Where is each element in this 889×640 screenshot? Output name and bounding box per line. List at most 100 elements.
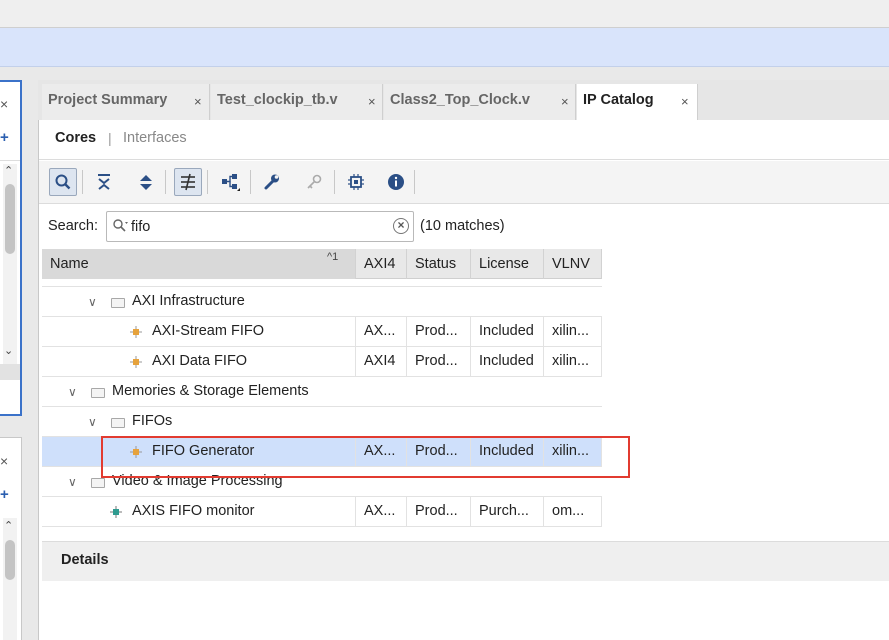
toolbar-separator — [250, 170, 251, 194]
tab-project-summary[interactable]: Project Summary × — [42, 84, 210, 120]
filter-button[interactable] — [174, 168, 202, 196]
scrollbar-thumb[interactable] — [5, 540, 15, 580]
search-toggle-button[interactable] — [49, 168, 77, 196]
scrollbar-thumb[interactable] — [5, 184, 15, 254]
annotation-highlight-box — [101, 436, 630, 478]
close-icon[interactable]: × — [681, 94, 689, 109]
tab-label: Project Summary — [48, 92, 168, 108]
toolbar-separator — [82, 170, 83, 194]
close-icon[interactable]: × — [0, 97, 12, 111]
expand-all-button[interactable] — [132, 168, 160, 196]
info-button[interactable] — [382, 168, 410, 196]
scrollbar-corner — [0, 364, 20, 380]
cell-license: Purch... — [471, 497, 544, 527]
hierarchy-button[interactable] — [216, 168, 244, 196]
tab-label: Class2_Top_Clock.v — [390, 92, 530, 108]
column-label: AXI4 — [364, 256, 396, 272]
cell-name: AXI Data FIFO — [42, 347, 356, 377]
flow-banner — [0, 28, 889, 67]
table-row[interactable]: AXI-Stream FIFO AX... Prod... Included x… — [42, 317, 602, 347]
chevron-down-icon[interactable]: ∨ — [88, 415, 97, 429]
cell-vlnv: om... — [544, 497, 602, 527]
column-label: Name — [50, 256, 89, 272]
toolbar-separator — [414, 170, 415, 194]
toolbar-separator — [165, 170, 166, 194]
title-strip — [0, 0, 889, 28]
cell-status: Prod... — [407, 497, 471, 527]
cell-license: Included — [471, 347, 544, 377]
collapse-all-icon — [98, 174, 110, 190]
cell-name: AXI-Stream FIFO — [42, 317, 356, 347]
search-input[interactable] — [131, 216, 381, 238]
folder-icon — [91, 388, 105, 398]
add-icon[interactable]: + — [0, 130, 9, 145]
cell-axi4: AX... — [356, 317, 407, 347]
cell-status: Prod... — [407, 347, 471, 377]
details-title: Details — [61, 552, 109, 568]
wrench-icon — [264, 174, 279, 190]
folder-icon — [111, 298, 125, 308]
info-icon — [388, 174, 404, 190]
tab-test-clockip-tb[interactable]: Test_clockip_tb.v × — [211, 84, 383, 120]
tree-label: FIFOs — [132, 413, 173, 429]
add-icon[interactable]: + — [0, 487, 9, 502]
chevron-down-icon[interactable]: ∨ — [88, 295, 97, 309]
table-row-partial — [42, 279, 602, 287]
close-icon[interactable]: × — [368, 94, 376, 109]
chip-icon — [348, 174, 364, 190]
details-section-header — [42, 541, 889, 581]
expand-all-icon — [140, 175, 152, 190]
close-icon[interactable]: × — [561, 94, 569, 109]
tab-label: IP Catalog — [583, 92, 654, 108]
device-button[interactable] — [342, 168, 370, 196]
table-row[interactable]: ∨ FIFOs — [42, 407, 602, 437]
catalog-toolbar — [39, 161, 889, 204]
clear-search-icon[interactable]: × — [393, 218, 409, 234]
column-header-license[interactable]: License — [471, 249, 544, 279]
match-count: (10 matches) — [420, 218, 505, 234]
tab-ip-catalog[interactable]: IP Catalog × — [577, 84, 698, 120]
scroll-up-icon[interactable]: ⌃ — [4, 164, 13, 177]
cell-axi4: AXI4 — [356, 347, 407, 377]
license-button[interactable] — [300, 168, 328, 196]
folder-icon — [111, 418, 125, 428]
subtab-cores[interactable]: Cores — [55, 130, 96, 146]
filter-icon — [181, 173, 195, 191]
search-icon — [112, 218, 128, 237]
column-header-axi4[interactable]: AXI4 — [356, 249, 407, 279]
toolbar-separator — [207, 170, 208, 194]
tab-label: Test_clockip_tb.v — [217, 92, 338, 108]
table-row[interactable]: AXIS FIFO monitor AX... Prod... Purch...… — [42, 497, 602, 527]
column-label: License — [479, 256, 529, 272]
subtab-interfaces[interactable]: Interfaces — [123, 130, 187, 146]
column-label: VLNV — [552, 256, 590, 272]
third-party-ip-icon — [110, 506, 122, 518]
divider — [0, 160, 20, 161]
table-row[interactable]: ∨ AXI Infrastructure — [42, 287, 602, 317]
collapse-all-button[interactable] — [90, 168, 118, 196]
tree-label: Memories & Storage Elements — [112, 383, 309, 399]
scroll-down-icon[interactable]: ⌄ — [4, 344, 13, 357]
cell-license: Included — [471, 317, 544, 347]
table-row[interactable]: AXI Data FIFO AXI4 Prod... Included xili… — [42, 347, 602, 377]
close-icon[interactable]: × — [194, 94, 202, 109]
column-header-name[interactable]: Name — [42, 249, 356, 279]
ip-core-icon — [130, 356, 142, 368]
cell-axi4: AX... — [356, 497, 407, 527]
key-icon — [307, 174, 322, 189]
customize-ip-button[interactable] — [258, 168, 286, 196]
sort-indicator: ^1 — [327, 251, 339, 263]
scroll-up-icon[interactable]: ⌃ — [4, 519, 13, 532]
cell-status: Prod... — [407, 317, 471, 347]
cell-name: AXIS FIFO monitor — [42, 497, 356, 527]
table-row[interactable]: ∨ Memories & Storage Elements — [42, 377, 602, 407]
column-header-status[interactable]: Status — [407, 249, 471, 279]
chevron-down-icon[interactable]: ∨ — [68, 475, 77, 489]
column-header-vlnv[interactable]: VLNV — [544, 249, 602, 279]
tab-class2-top-clock[interactable]: Class2_Top_Clock.v × — [384, 84, 576, 120]
hierarchy-icon — [222, 174, 240, 191]
tree-label: AXI-Stream FIFO — [152, 323, 264, 339]
tree-label: AXI Infrastructure — [132, 293, 245, 309]
close-icon[interactable]: × — [0, 454, 12, 468]
chevron-down-icon[interactable]: ∨ — [68, 385, 77, 399]
